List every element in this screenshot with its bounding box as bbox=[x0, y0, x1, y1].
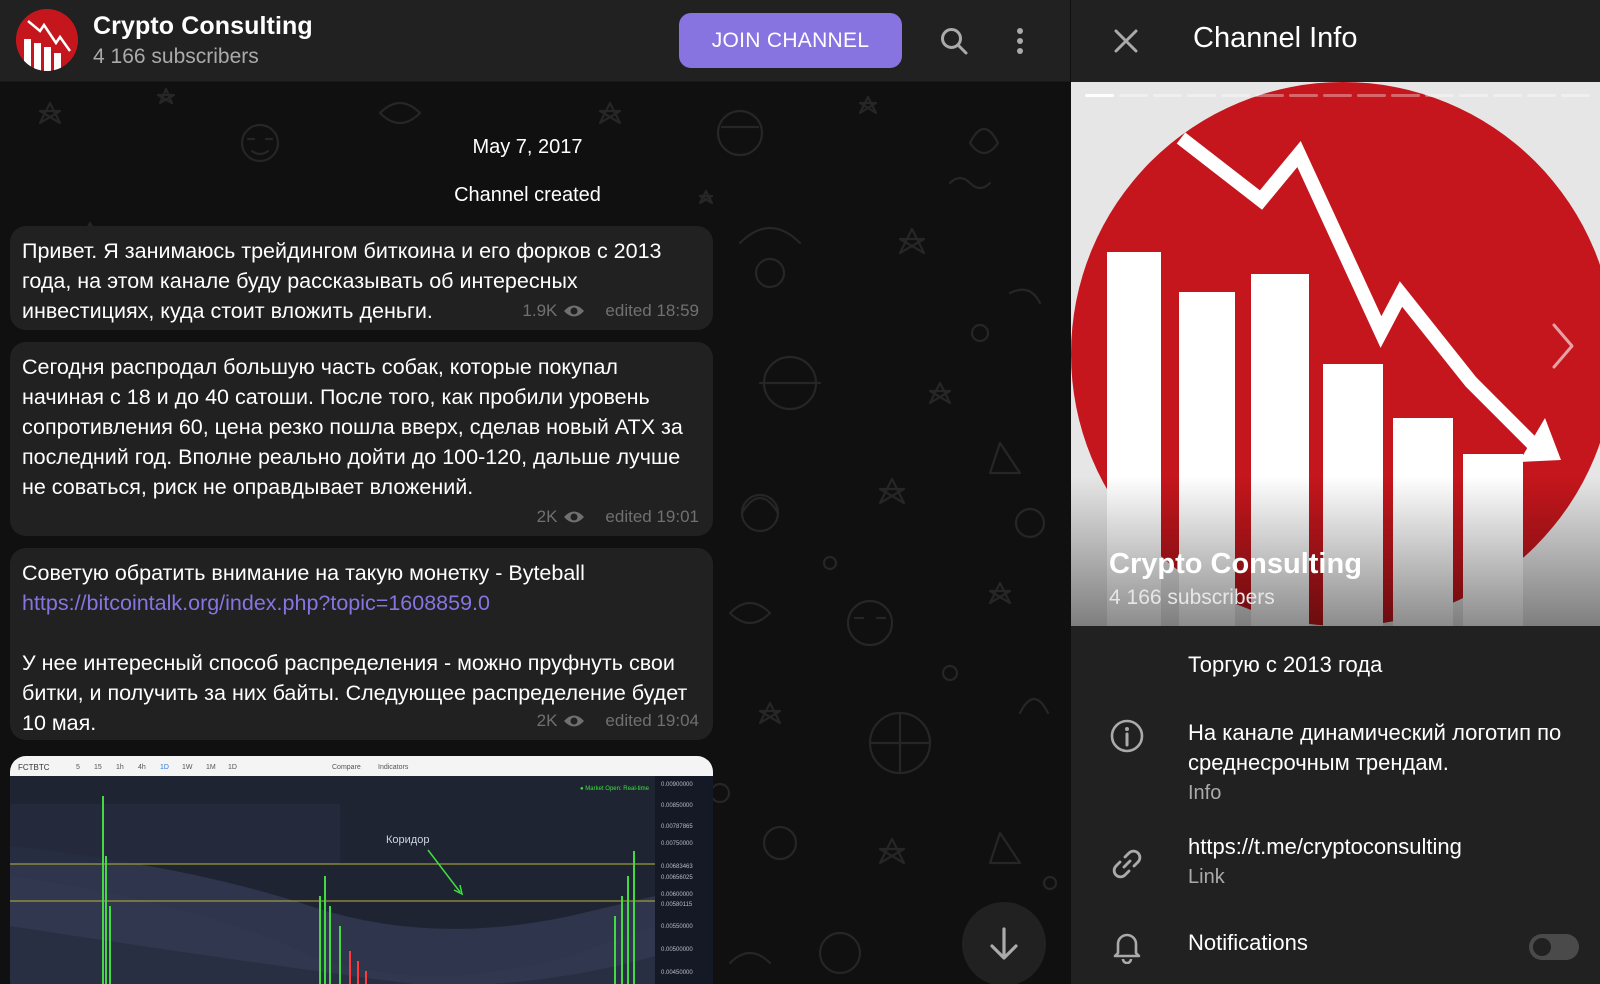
chart-price-tick: 0.00580115 bbox=[661, 902, 693, 908]
photo-progress-segment[interactable] bbox=[1391, 94, 1420, 97]
view-count: 1.9K bbox=[522, 301, 558, 320]
eye-icon bbox=[564, 511, 585, 523]
message-text: Сегодня распродал большую часть собак, к… bbox=[22, 355, 689, 499]
scroll-down-button[interactable] bbox=[962, 902, 1046, 984]
photo-progress-segment[interactable] bbox=[1289, 94, 1318, 97]
chart-toolbar-item: 1h bbox=[116, 764, 124, 771]
close-button[interactable] bbox=[1103, 18, 1149, 64]
edited-time: edited 18:59 bbox=[605, 301, 699, 320]
chart-price-tick: 0.00500000 bbox=[661, 947, 693, 953]
chart-toolbar-item: Indicators bbox=[378, 764, 409, 771]
trading-chart-image: FCTBTC 5 15 1h 4h 1D 1W 1M 1D Compare In… bbox=[10, 756, 713, 984]
photo-progress-segment[interactable] bbox=[1187, 94, 1216, 97]
photo-progress-segment[interactable] bbox=[1085, 94, 1114, 97]
info-header: Channel Info bbox=[1071, 0, 1600, 82]
photo-progress-segment[interactable] bbox=[1425, 94, 1454, 97]
bell-icon bbox=[1109, 928, 1145, 964]
message-bubble[interactable]: Советую обратить внимание на такую монет… bbox=[10, 548, 713, 740]
channel-link[interactable]: https://t.me/cryptoconsulting bbox=[1188, 832, 1588, 862]
close-icon bbox=[1114, 29, 1138, 53]
service-message: Channel created bbox=[454, 184, 601, 206]
photo-progress-segment[interactable] bbox=[1561, 94, 1590, 97]
message-text: Советую обратить внимание на такую монет… bbox=[22, 558, 701, 618]
telegram-app: Crypto Consulting 4 166 subscribers JOIN… bbox=[0, 0, 1600, 984]
photo-progress-segment[interactable] bbox=[1153, 94, 1182, 97]
info-panel-title: Channel Info bbox=[1193, 22, 1358, 54]
search-icon[interactable] bbox=[933, 20, 975, 62]
chart-price-tick: 0.00850000 bbox=[661, 803, 693, 809]
channel-info-panel: Channel Info Crypto Consulting 4 166 sub… bbox=[1070, 0, 1600, 984]
subscriber-count: 4 166 subscribers bbox=[93, 45, 259, 68]
view-count: 2K bbox=[536, 711, 558, 730]
chart-toolbar-item: 1D bbox=[160, 764, 169, 771]
edited-time: edited 19:04 bbox=[605, 711, 699, 730]
notifications-label: Notifications bbox=[1188, 930, 1308, 955]
about-text: На канале динамический логотип по средне… bbox=[1188, 720, 1562, 775]
chart-toolbar-item: 1M bbox=[206, 764, 216, 771]
channel-avatar[interactable] bbox=[16, 9, 78, 71]
message-text-before-link: Советую обратить внимание на такую монет… bbox=[22, 561, 591, 585]
chart-image-message[interactable]: FCTBTC 5 15 1h 4h 1D 1W 1M 1D Compare In… bbox=[10, 756, 713, 984]
channel-photo[interactable]: Crypto Consulting 4 166 subscribers bbox=[1071, 82, 1600, 626]
notifications-toggle[interactable] bbox=[1529, 934, 1579, 960]
message-meta: 2K edited 19:04 bbox=[537, 706, 699, 736]
chart-toolbar-item: 5 bbox=[76, 764, 80, 771]
chart-price-tick: 0.00656025 bbox=[661, 875, 693, 881]
chart-price-tick: 0.00450000 bbox=[661, 970, 693, 976]
photo-progress-segment[interactable] bbox=[1493, 94, 1522, 97]
photo-progress-segment[interactable] bbox=[1357, 94, 1386, 97]
photo-progress bbox=[1085, 94, 1590, 97]
chat-header: Crypto Consulting 4 166 subscribers JOIN… bbox=[0, 0, 1070, 82]
channel-title[interactable]: Crypto Consulting bbox=[93, 12, 313, 41]
link-icon bbox=[1109, 846, 1145, 882]
chart-annotation: Коридор bbox=[386, 834, 429, 846]
view-count: 2K bbox=[536, 507, 558, 526]
message-bubble[interactable]: Привет. Я занимаюсь трейдингом биткоина … bbox=[10, 226, 713, 330]
chart-toolbar-item: 1W bbox=[182, 764, 193, 771]
chart-symbol: FCTBTC bbox=[18, 763, 50, 772]
date-separator: May 7, 2017 bbox=[472, 136, 583, 158]
chart-toolbar-item: Compare bbox=[332, 764, 361, 771]
message-meta: 1.9K edited 18:59 bbox=[522, 296, 699, 326]
photo-progress-segment[interactable] bbox=[1221, 94, 1250, 97]
arrow-down-icon bbox=[990, 927, 1018, 960]
chart-toolbar-item: 4h bbox=[138, 764, 146, 771]
chart-price-tick: 0.00600000 bbox=[661, 892, 693, 898]
join-channel-button[interactable]: JOIN CHANNEL bbox=[679, 13, 902, 68]
message-bubble[interactable]: Сегодня распродал большую часть собак, к… bbox=[10, 342, 713, 536]
toggle-knob bbox=[1530, 935, 1554, 959]
more-vertical-icon[interactable] bbox=[999, 20, 1041, 62]
photo-progress-segment[interactable] bbox=[1323, 94, 1352, 97]
about-label: Info bbox=[1188, 782, 1222, 804]
info-icon bbox=[1109, 718, 1145, 754]
chart-price-tick: 0.00787865 bbox=[661, 824, 693, 830]
photo-progress-segment[interactable] bbox=[1459, 94, 1488, 97]
chart-price-tick: 0.00900000 bbox=[661, 782, 693, 788]
link-label: Link bbox=[1188, 866, 1225, 888]
chat-column: Crypto Consulting 4 166 subscribers JOIN… bbox=[0, 0, 1070, 984]
chart-price-tick: 0.00550000 bbox=[661, 924, 693, 930]
chart-toolbar-item: 15 bbox=[94, 764, 102, 771]
info-channel-name: Crypto Consulting bbox=[1109, 548, 1362, 580]
chart-price-tick: 0.00683463 bbox=[661, 864, 693, 870]
next-photo-button[interactable] bbox=[1551, 322, 1591, 382]
chevron-right-icon bbox=[1552, 323, 1574, 369]
message-link[interactable]: https://bitcointalk.org/index.php?topic=… bbox=[22, 591, 490, 615]
edited-time: edited 19:01 bbox=[605, 507, 699, 526]
info-subscriber-count: 4 166 subscribers bbox=[1109, 586, 1275, 609]
channel-description: Торгую с 2013 года bbox=[1188, 652, 1383, 677]
eye-icon bbox=[564, 715, 585, 727]
chart-toolbar-item: 1D bbox=[228, 764, 237, 771]
chart-price-tick: 0.00750000 bbox=[661, 841, 693, 847]
photo-progress-segment[interactable] bbox=[1255, 94, 1284, 97]
photo-progress-segment[interactable] bbox=[1119, 94, 1148, 97]
photo-progress-segment[interactable] bbox=[1527, 94, 1556, 97]
chart-market-status: ● Market Open: Real-time bbox=[580, 786, 650, 792]
eye-icon bbox=[564, 305, 585, 317]
message-meta: 2K edited 19:01 bbox=[537, 502, 699, 532]
